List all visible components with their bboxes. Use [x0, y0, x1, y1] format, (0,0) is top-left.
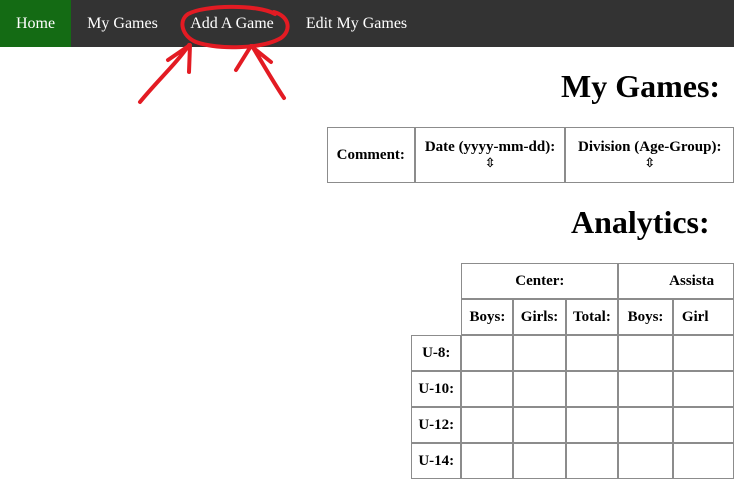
analytics-row: U-10:	[411, 371, 734, 407]
sort-icon[interactable]: ⇳	[574, 156, 725, 172]
table-cell	[672, 407, 734, 443]
analytics-subheader-row: Boys: Girls: Total: Boys: Girl	[411, 299, 734, 335]
assistant-boys-header: Boys:	[618, 299, 673, 335]
blank-cell	[411, 263, 461, 299]
table-cell	[513, 443, 566, 479]
table-cell	[618, 335, 673, 371]
analytics-row: U-8:	[411, 335, 734, 371]
table-cell	[461, 407, 514, 443]
my-games-title: My Games:	[561, 68, 721, 104]
table-cell	[565, 443, 619, 479]
table-cell	[461, 335, 514, 371]
division-column-header[interactable]: Division (Age-Group): ⇳	[565, 127, 734, 183]
nav-my-games[interactable]: My Games	[71, 0, 174, 47]
center-boys-header: Boys:	[461, 299, 514, 335]
table-cell	[461, 443, 514, 479]
table-cell	[618, 371, 673, 407]
assistant-group-header: Assista	[618, 263, 734, 299]
nav-add-a-game[interactable]: Add A Game	[174, 0, 290, 47]
analytics-row: U-14:	[411, 443, 734, 479]
analytics-group-header-row: Center: Assista	[411, 263, 734, 299]
blank-cell	[411, 299, 461, 335]
center-girls-header: Girls:	[513, 299, 566, 335]
division-column-label: Division (Age-Group):	[578, 138, 722, 155]
table-cell	[565, 407, 619, 443]
comment-column-header: Comment:	[327, 127, 415, 183]
analytics-row: U-12:	[411, 407, 734, 443]
games-table-header-row: Comment: Date (yyyy-mm-dd): ⇳ Division (…	[327, 127, 734, 183]
table-cell	[618, 407, 673, 443]
table-cell	[513, 407, 566, 443]
table-cell	[672, 371, 734, 407]
assistant-girls-header: Girl	[672, 299, 734, 335]
table-cell	[513, 335, 566, 371]
table-cell	[461, 371, 514, 407]
annotation-arrow-left	[138, 43, 192, 104]
row-label: U-12:	[411, 407, 462, 443]
nav-edit-my-games[interactable]: Edit My Games	[290, 0, 423, 47]
date-column-header[interactable]: Date (yyyy-mm-dd): ⇳	[414, 127, 566, 183]
table-cell	[618, 443, 673, 479]
table-cell	[672, 335, 734, 371]
analytics-title: Analytics:	[571, 204, 710, 240]
table-cell	[513, 371, 566, 407]
row-label: U-10:	[411, 371, 462, 407]
date-column-label: Date (yyyy-mm-dd):	[424, 138, 556, 155]
my-games-table: Comment: Date (yyyy-mm-dd): ⇳ Division (…	[327, 127, 734, 183]
table-cell	[565, 371, 619, 407]
nav-home[interactable]: Home	[0, 0, 71, 47]
row-label: U-14:	[411, 443, 462, 479]
center-group-header: Center:	[461, 263, 619, 299]
table-cell	[672, 443, 734, 479]
top-navbar: Home My Games Add A Game Edit My Games	[0, 0, 734, 47]
table-cell	[565, 335, 619, 371]
analytics-table: Center: Assista Boys: Girls: Total: Boys…	[411, 263, 734, 479]
annotation-arrow-right	[234, 44, 286, 100]
center-total-header: Total:	[565, 299, 619, 335]
sort-icon[interactable]: ⇳	[424, 156, 557, 172]
row-label: U-8:	[411, 335, 462, 371]
